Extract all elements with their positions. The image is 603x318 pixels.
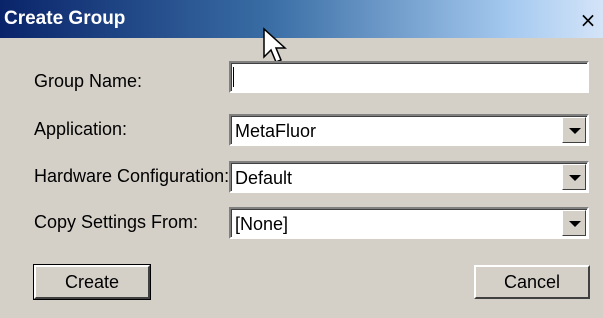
application-select[interactable]: MetaFluor	[229, 114, 589, 146]
chevron-down-icon[interactable]	[562, 210, 586, 236]
copy-settings-label: Copy Settings From:	[34, 212, 199, 232]
window-title: Create Group	[4, 8, 126, 29]
application-label: Application:	[34, 119, 128, 139]
close-icon[interactable]: ×	[577, 9, 599, 31]
group-name-input[interactable]	[229, 61, 589, 93]
hardware-configuration-select[interactable]: Default	[229, 161, 589, 193]
group-name-label: Group Name:	[34, 71, 143, 91]
copy-settings-value: [None]	[235, 214, 289, 234]
chevron-down-icon[interactable]	[562, 164, 586, 190]
title-bar[interactable]: Create Group ×	[0, 0, 603, 38]
create-button[interactable]: Create	[33, 264, 151, 300]
hardware-configuration-label: Hardware Configuration:	[34, 166, 230, 186]
copy-settings-select[interactable]: [None]	[229, 207, 589, 239]
chevron-down-icon[interactable]	[562, 117, 586, 143]
hardware-configuration-value: Default	[235, 168, 293, 188]
application-value: MetaFluor	[235, 121, 317, 141]
text-caret	[233, 67, 234, 87]
cancel-button[interactable]: Cancel	[474, 265, 590, 299]
